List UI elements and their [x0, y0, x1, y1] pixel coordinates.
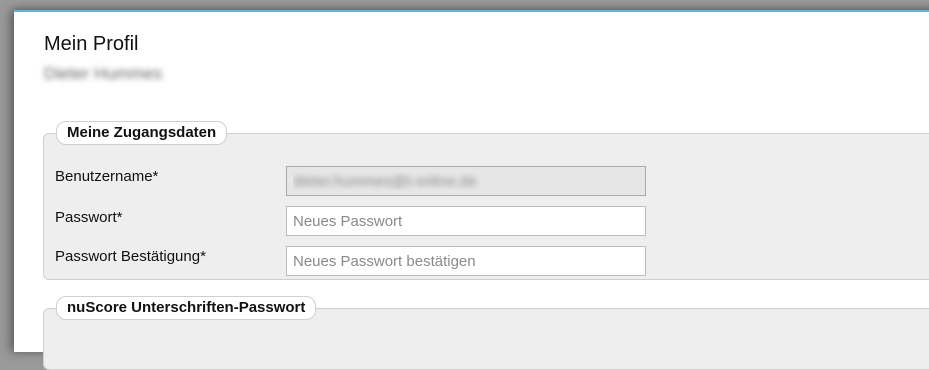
- signature-password-legend: nuScore Unterschriften-Passwort: [56, 296, 317, 320]
- username-field[interactable]: [286, 166, 646, 196]
- profile-panel: Mein Profil Dieter Hummes Meine Zugangsd…: [14, 10, 929, 370]
- password-field[interactable]: [286, 206, 646, 236]
- page-title: Mein Profil: [44, 33, 139, 55]
- password-confirm-label: Passwort Bestätigung*: [55, 248, 206, 265]
- user-name: Dieter Hummes: [44, 64, 163, 83]
- password-label: Passwort*: [55, 209, 123, 226]
- signature-password-fieldset: nuScore Unterschriften-Passwort: [43, 296, 929, 370]
- password-confirm-field[interactable]: [286, 246, 646, 276]
- username-label: Benutzername*: [55, 168, 159, 185]
- access-data-legend: Meine Zugangsdaten: [56, 121, 228, 145]
- access-data-fieldset: Meine Zugangsdaten Benutzername* Passwor…: [43, 121, 929, 280]
